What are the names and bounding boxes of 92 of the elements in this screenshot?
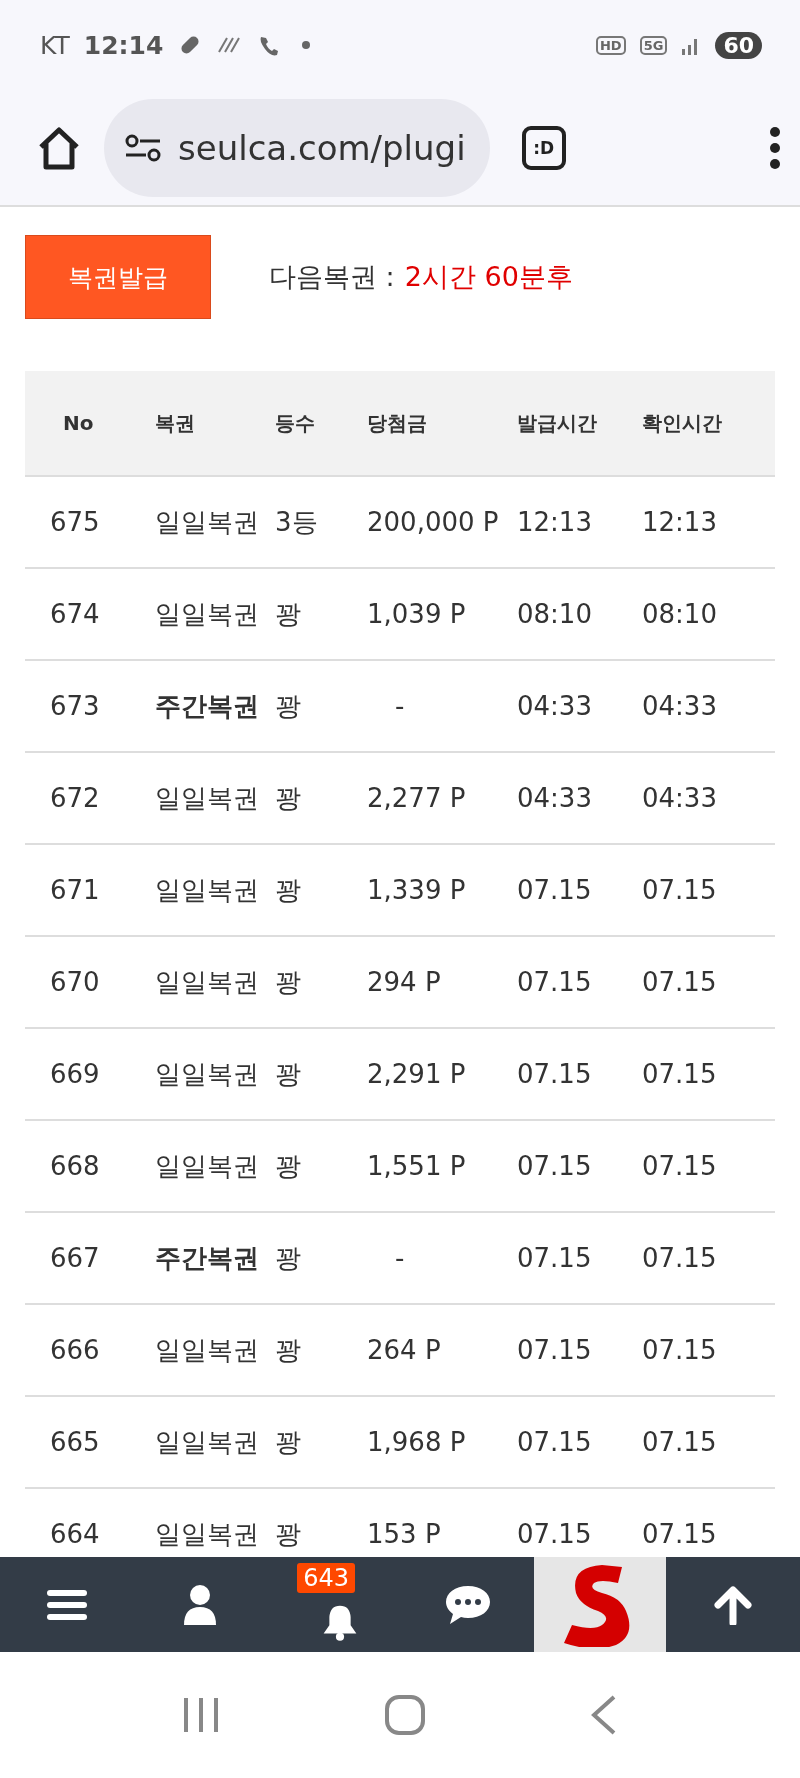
recent-apps-icon[interactable] <box>182 1696 220 1734</box>
table-cell: 669 <box>25 1028 143 1120</box>
table-cell: 670 <box>25 936 143 1028</box>
table-cell: 주간복권 <box>143 1212 263 1304</box>
table-cell: 꽝 <box>263 1304 355 1396</box>
table-cell: 04:33 <box>630 752 775 844</box>
table-cell: 07.15 <box>505 844 630 936</box>
table-cell: 07.15 <box>630 1304 775 1396</box>
table-cell: 2,291 P <box>355 1028 505 1120</box>
table-cell: 07.15 <box>630 1120 775 1212</box>
table-cell: 꽝 <box>263 752 355 844</box>
person-icon[interactable] <box>183 1583 218 1626</box>
column-header: No <box>25 371 143 476</box>
next-ticket-time: 2시간 60분후 <box>404 260 573 294</box>
table-cell: 673 <box>25 660 143 752</box>
column-header: 발급시간 <box>505 371 630 476</box>
table-cell: 일일복권 <box>143 752 263 844</box>
table-cell: 일일복권 <box>143 1028 263 1120</box>
column-header: 확인시간 <box>630 371 775 476</box>
table-cell: 668 <box>25 1120 143 1212</box>
table-cell: - <box>355 1212 505 1304</box>
table-cell: 07.15 <box>630 1396 775 1488</box>
table-cell: 1,339 P <box>355 844 505 936</box>
tab-switcher-button[interactable]: :D <box>521 125 566 170</box>
table-cell: 1,039 P <box>355 568 505 660</box>
table-cell: 주간복권 <box>143 660 263 752</box>
table-cell: 674 <box>25 568 143 660</box>
table-cell: 12:13 <box>630 476 775 568</box>
table-cell: 일일복권 <box>143 1120 263 1212</box>
table-cell: 07.15 <box>505 1028 630 1120</box>
table-cell: 12:13 <box>505 476 630 568</box>
more-icon[interactable] <box>768 125 782 170</box>
table-cell: 꽝 <box>263 1212 355 1304</box>
table-cell: 07.15 <box>630 1212 775 1304</box>
table-cell: 07.15 <box>505 1212 630 1304</box>
table-cell: 3등 <box>263 476 355 568</box>
clock: 12:14 <box>83 30 164 60</box>
tune-icon[interactable] <box>124 132 162 163</box>
table-cell: 671 <box>25 844 143 936</box>
table-cell: 08:10 <box>630 568 775 660</box>
table-cell: 꽝 <box>263 844 355 936</box>
battery-level: 60 <box>715 31 762 59</box>
table-cell: 666 <box>25 1304 143 1396</box>
table-cell: 일일복권 <box>143 844 263 936</box>
table-cell: 294 P <box>355 936 505 1028</box>
table-cell: 일일복권 <box>143 1396 263 1488</box>
carrier: KT <box>40 30 70 60</box>
table-cell: 200,000 P <box>355 476 505 568</box>
table-cell: 꽝 <box>263 568 355 660</box>
table-cell: 07.15 <box>505 1396 630 1488</box>
table-cell: 일일복권 <box>143 568 263 660</box>
table-cell: 665 <box>25 1396 143 1488</box>
table-cell: 꽝 <box>263 660 355 752</box>
table-cell: 07.15 <box>505 1304 630 1396</box>
notification-badge: 643 <box>297 1563 355 1593</box>
table-cell: 꽝 <box>263 1396 355 1488</box>
table-cell: 07.15 <box>630 936 775 1028</box>
network-badge: HD <box>596 35 626 55</box>
table-cell: 일일복권 <box>143 1304 263 1396</box>
column-header: 등수 <box>263 371 355 476</box>
table-cell: 일일복권 <box>143 476 263 568</box>
table-cell: 07.15 <box>505 936 630 1028</box>
table-cell: 04:33 <box>505 660 630 752</box>
chat-icon[interactable] <box>443 1583 492 1626</box>
table-cell: 07.15 <box>505 1120 630 1212</box>
table-cell: 08:10 <box>505 568 630 660</box>
table-cell: 2,277 P <box>355 752 505 844</box>
table-cell: 꽝 <box>263 1028 355 1120</box>
table-cell: 667 <box>25 1212 143 1304</box>
table-cell: 07.15 <box>630 844 775 936</box>
table-cell: 672 <box>25 752 143 844</box>
table-cell: 1,968 P <box>355 1396 505 1488</box>
table-cell: 07.15 <box>630 1028 775 1120</box>
address-bar[interactable]: seulca.com/plugi <box>104 98 490 197</box>
table-cell: 264 P <box>355 1304 505 1396</box>
next-ticket-label: 다음복권 : <box>269 260 395 294</box>
table-cell: 일일복권 <box>143 936 263 1028</box>
table-cell: - <box>355 660 505 752</box>
table-cell: 04:33 <box>505 752 630 844</box>
network-badge: 5G <box>639 35 668 55</box>
menu-icon[interactable] <box>46 1587 87 1622</box>
column-header: 당첨금 <box>355 371 505 476</box>
column-header: 복권 <box>143 371 263 476</box>
table-cell: 꽝 <box>263 936 355 1028</box>
table-cell: 꽝 <box>263 1120 355 1212</box>
table-cell: 1,551 P <box>355 1120 505 1212</box>
back-icon[interactable] <box>590 1694 618 1736</box>
home-button-icon[interactable] <box>384 1694 426 1736</box>
arrow-up-icon[interactable] <box>713 1584 754 1625</box>
table-cell: 04:33 <box>630 660 775 752</box>
dot-icon <box>301 40 312 50</box>
table-cell: 675 <box>25 476 143 568</box>
